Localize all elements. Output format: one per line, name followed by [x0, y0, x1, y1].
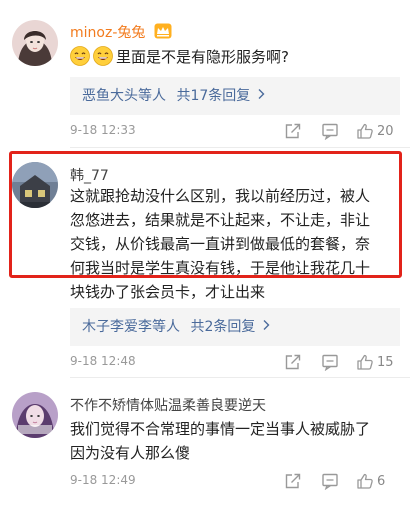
comment-meta: 9-18 12:48 15	[70, 351, 402, 373]
like-count: 20	[377, 123, 394, 139]
avatar[interactable]	[12, 392, 58, 438]
grin-emoji-icon	[93, 46, 113, 66]
comment-text-content: 里面是不是有隐形服务啊?	[116, 48, 289, 66]
share-icon[interactable]	[284, 351, 302, 373]
chevron-right-icon	[262, 308, 270, 346]
vip-crown-icon	[154, 23, 172, 43]
timestamp: 9-18 12:49	[70, 473, 136, 487]
grin-emoji-icon	[70, 46, 90, 66]
comment-item: 不作不矫情体贴温柔善良要逆天 我们觉得不合常理的事情一定当事人被威胁了 因为没有…	[0, 378, 410, 505]
like-icon	[357, 354, 373, 370]
username-text[interactable]: 不作不矫情体贴温柔善良要逆天	[70, 398, 266, 414]
like-count: 6	[377, 473, 386, 489]
avatar[interactable]	[12, 20, 58, 66]
reply-count[interactable]: 共17条回复	[176, 77, 250, 115]
share-icon[interactable]	[284, 120, 302, 142]
username[interactable]: 不作不矫情体贴温柔善良要逆天	[70, 395, 266, 415]
username[interactable]: minoz-兔兔	[70, 22, 172, 43]
reply-users[interactable]: 恶鱼大头等人	[82, 77, 166, 115]
like-button[interactable]: 15	[356, 351, 394, 373]
like-button[interactable]: 20	[356, 120, 394, 142]
comment-meta: 9-18 12:33 20	[70, 120, 402, 142]
reply-summary[interactable]: 恶鱼大头等人 共17条回复	[70, 77, 400, 115]
like-button[interactable]: 6	[356, 470, 385, 492]
share-icon[interactable]	[284, 470, 302, 492]
comment-line: 我们觉得不合常理的事情一定当事人被威胁了	[70, 420, 371, 438]
comment-item: minoz-兔兔 里面是不是有隐形服务啊? 恶鱼大头等人 共17条回复 9-18…	[0, 0, 410, 148]
reply-summary[interactable]: 木子李爱李等人 共2条回复	[70, 308, 400, 346]
comment-text: 我们觉得不合常理的事情一定当事人被威胁了 因为没有人那么傻	[70, 417, 398, 465]
like-icon	[357, 123, 373, 139]
comment-meta: 9-18 12:49 6	[70, 470, 402, 492]
comment-icon[interactable]	[321, 351, 339, 373]
username-text[interactable]: minoz-兔兔	[70, 25, 145, 41]
comment-line: 因为没有人那么傻	[70, 444, 191, 462]
like-icon	[357, 473, 373, 489]
comment-line: 块钱办了张会员卡，才让出来	[70, 283, 266, 301]
highlight-box	[9, 151, 402, 278]
timestamp: 9-18 12:33	[70, 123, 136, 137]
like-count: 15	[377, 354, 394, 370]
comment-text: 里面是不是有隐形服务啊?	[70, 45, 398, 69]
reply-count[interactable]: 共2条回复	[190, 308, 255, 346]
chevron-right-icon	[257, 77, 265, 115]
timestamp: 9-18 12:48	[70, 354, 136, 368]
reply-users[interactable]: 木子李爱李等人	[82, 308, 180, 346]
comment-icon[interactable]	[321, 120, 339, 142]
comment-icon[interactable]	[321, 470, 339, 492]
